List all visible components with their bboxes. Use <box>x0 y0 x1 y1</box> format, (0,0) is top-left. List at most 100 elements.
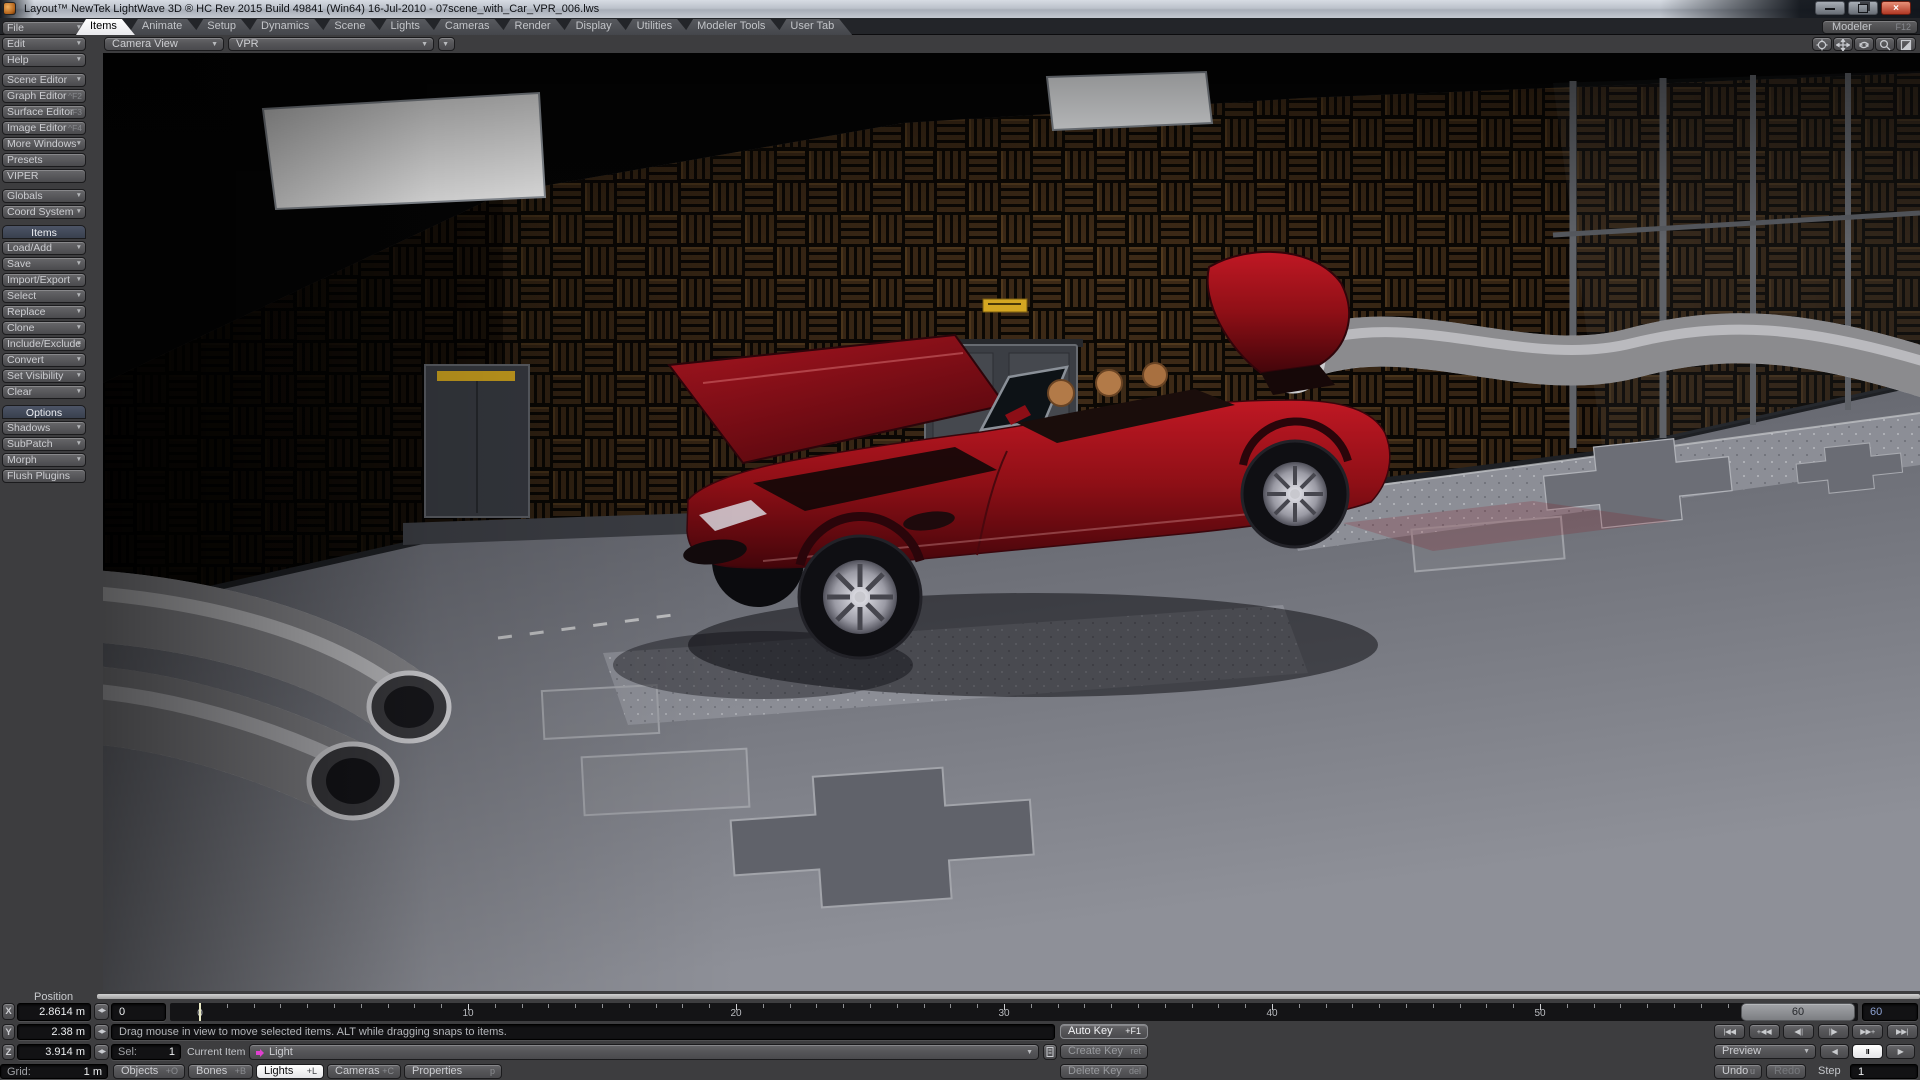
delete-key-button[interactable]: Delete Keydel <box>1060 1064 1148 1079</box>
sidebar-group: File▼ Edit▼ Help▼ <box>2 21 86 67</box>
auto-key-button[interactable]: Auto Key+F1 <box>1060 1024 1148 1039</box>
z-position-field[interactable]: 3.914 m <box>17 1044 91 1060</box>
restore-button[interactable] <box>1848 1 1878 15</box>
tab-dynamics[interactable]: Dynamics <box>247 19 327 35</box>
ruler-tick <box>709 1004 710 1008</box>
x-stepper[interactable]: ◀▶ <box>94 1003 109 1020</box>
lightwave-layout-window: { "window": { "title": "Layout™ NewTek L… <box>0 0 1920 1080</box>
next-keyframe-button[interactable]: ▶▶+ <box>1852 1024 1883 1039</box>
tab-utilities[interactable]: Utilities <box>623 19 690 35</box>
end-frame-field[interactable]: 60 <box>1862 1003 1918 1021</box>
play-reverse-button[interactable]: ◀ <box>1820 1044 1849 1059</box>
sidebar-item-convert[interactable]: Convert▼ <box>2 353 86 367</box>
rotate-icon[interactable] <box>1854 37 1874 51</box>
play-forward-button[interactable]: ▶ <box>1886 1044 1915 1059</box>
tab-modeler-tools[interactable]: Modeler Tools <box>683 19 783 35</box>
properties-button[interactable]: Propertiesp <box>404 1064 502 1079</box>
sidebar-item-help[interactable]: Help▼ <box>2 53 86 67</box>
sidebar-item-image-editor[interactable]: Image Editor^F4 <box>2 121 86 135</box>
tab-scene[interactable]: Scene <box>320 19 383 35</box>
y-position-field[interactable]: 2.38 m <box>17 1024 91 1040</box>
ruler-tick <box>1111 1004 1112 1008</box>
sidebar-item-morph[interactable]: Morph▼ <box>2 453 86 467</box>
timeline-range-thumb[interactable]: 60 <box>1741 1003 1855 1021</box>
timeline-ruler[interactable]: 0102030405060 <box>170 1003 1858 1021</box>
create-key-button[interactable]: Create Keyret <box>1060 1044 1148 1059</box>
undo-button[interactable]: Undou <box>1714 1064 1762 1079</box>
sidebar-item-include-exclude[interactable]: Include/Exclude▼ <box>2 337 86 351</box>
redo-button[interactable]: Redo <box>1766 1064 1806 1079</box>
sidebar-item-label: Edit <box>7 38 25 50</box>
sidebar-item-import-export[interactable]: Import/Export▼ <box>2 273 86 287</box>
close-button[interactable]: × <box>1881 1 1911 15</box>
ruler-frame-label: 30 <box>989 1008 1019 1019</box>
go-to-end-button[interactable]: ▶▶| <box>1887 1024 1918 1039</box>
viewport-type-dropdown[interactable]: Camera View▼ <box>104 37 224 51</box>
maximize-viewport-icon[interactable] <box>1896 37 1916 51</box>
tab-setup[interactable]: Setup <box>193 19 254 35</box>
viewport-3d[interactable] <box>103 53 1920 991</box>
sidebar-item-set-visibility[interactable]: Set Visibility▼ <box>2 369 86 383</box>
x-axis-button[interactable]: X <box>2 1003 15 1020</box>
tab-lights[interactable]: Lights <box>377 19 438 35</box>
sidebar-item-flush-plugins[interactable]: Flush Plugins <box>2 469 86 483</box>
item-list-icon[interactable] <box>1043 1044 1057 1060</box>
timeline-scrollbar[interactable] <box>97 994 1920 999</box>
sidebar-item-coord-system[interactable]: Coord System▼ <box>2 205 86 219</box>
sidebar-item-scene-editor[interactable]: Scene Editor▼ <box>2 73 86 87</box>
ruler-tick <box>280 1004 281 1008</box>
preview-dropdown[interactable]: Preview▼ <box>1714 1044 1816 1059</box>
sidebar-item-load-add[interactable]: Load/Add▼ <box>2 241 86 255</box>
tab-user-tab[interactable]: User Tab <box>776 19 852 35</box>
minimize-button[interactable] <box>1815 1 1845 15</box>
sidebar-item-replace[interactable]: Replace▼ <box>2 305 86 319</box>
tab-display[interactable]: Display <box>562 19 630 35</box>
sidebar-item-file[interactable]: File▼ <box>2 21 86 35</box>
sidebar-item-shadows[interactable]: Shadows▼ <box>2 421 86 435</box>
playhead[interactable] <box>199 1003 201 1021</box>
sidebar-item-surface-editor[interactable]: Surface Editor^F3 <box>2 105 86 119</box>
tab-render[interactable]: Render <box>501 19 569 35</box>
z-stepper[interactable]: ◀▶ <box>94 1044 109 1060</box>
center-item-icon[interactable] <box>1812 37 1832 51</box>
chevron-down-icon: ▼ <box>1803 1045 1810 1058</box>
next-frame-button[interactable]: ||▶ <box>1818 1024 1849 1039</box>
sidebar-item-edit[interactable]: Edit▼ <box>2 37 86 51</box>
tab-animate[interactable]: Animate <box>128 19 200 35</box>
sidebar-item-select[interactable]: Select▼ <box>2 289 86 303</box>
render-mode-dropdown[interactable]: VPR▼ <box>228 37 434 51</box>
x-position-field[interactable]: 2.8614 m <box>17 1003 91 1021</box>
z-axis-button[interactable]: Z <box>2 1044 15 1060</box>
lights-button[interactable]: Lights+L <box>256 1064 324 1079</box>
sidebar-item-label: Select <box>7 290 36 302</box>
modeler-button[interactable]: Modeler F12 <box>1822 20 1918 34</box>
tab-cameras[interactable]: Cameras <box>431 19 508 35</box>
previous-keyframe-button[interactable]: +◀◀ <box>1749 1024 1780 1039</box>
y-axis-button[interactable]: Y <box>2 1024 15 1040</box>
sidebar-item-viper[interactable]: VIPER <box>2 169 86 183</box>
objects-button[interactable]: Objects+O <box>113 1064 185 1079</box>
sidebar-item-more-windows[interactable]: More Windows▼ <box>2 137 86 151</box>
ruler-tick <box>1352 1004 1353 1008</box>
bones-button[interactable]: Bones+B <box>188 1064 253 1079</box>
pause-button[interactable]: II <box>1852 1044 1883 1059</box>
cameras-button[interactable]: Cameras+C <box>327 1064 401 1079</box>
sidebar-header-items: Items <box>2 225 86 239</box>
step-field[interactable]: 1 <box>1850 1064 1918 1079</box>
current-item-dropdown[interactable]: Light ▼ <box>249 1044 1039 1060</box>
sidebar-item-clear[interactable]: Clear▼ <box>2 385 86 399</box>
tab-items[interactable]: Items <box>76 19 135 35</box>
sidebar-item-subpatch[interactable]: SubPatch▼ <box>2 437 86 451</box>
sidebar-item-presets[interactable]: Presets <box>2 153 86 167</box>
sidebar-item-clone[interactable]: Clone▼ <box>2 321 86 335</box>
sidebar-item-globals[interactable]: Globals▼ <box>2 189 86 203</box>
sidebar-item-graph-editor[interactable]: Graph Editor^F2 <box>2 89 86 103</box>
sidebar-item-save[interactable]: Save▼ <box>2 257 86 271</box>
zoom-icon[interactable] <box>1875 37 1895 51</box>
viewport-options-dropdown[interactable]: ▼ <box>438 37 455 51</box>
previous-frame-button[interactable]: ◀|| <box>1783 1024 1814 1039</box>
current-frame-field[interactable]: 0 <box>111 1003 166 1021</box>
pan-icon[interactable] <box>1833 37 1853 51</box>
y-stepper[interactable]: ◀▶ <box>94 1024 109 1040</box>
go-to-start-button[interactable]: |◀◀ <box>1714 1024 1745 1039</box>
